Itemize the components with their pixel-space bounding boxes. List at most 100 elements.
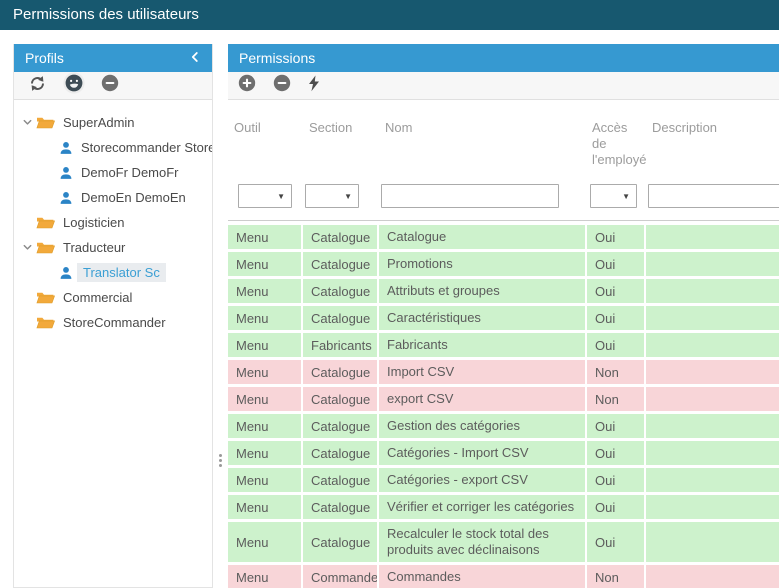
cell-section: Catalogue bbox=[303, 522, 377, 562]
collapse-panel-button[interactable] bbox=[189, 50, 201, 66]
cell-access: Oui bbox=[587, 306, 644, 330]
cell-tool: Menu bbox=[228, 360, 301, 384]
tree-user-row[interactable]: DemoEn DemoEn bbox=[14, 185, 212, 210]
cell-description bbox=[646, 279, 779, 303]
cell-description bbox=[646, 441, 779, 465]
section-filter-select[interactable]: ▼ bbox=[305, 184, 359, 208]
cell-description bbox=[646, 252, 779, 276]
tree-user-row[interactable]: DemoFr DemoFr bbox=[14, 160, 212, 185]
permission-row[interactable]: MenuCataloguePromotionsOui bbox=[228, 252, 779, 276]
cell-section: Catalogue bbox=[303, 468, 377, 492]
tree-user-label: DemoFr DemoFr bbox=[81, 163, 179, 182]
cell-tool: Menu bbox=[228, 495, 301, 519]
tree-folder-row[interactable]: Logisticien bbox=[14, 210, 212, 235]
chevron-down-icon[interactable] bbox=[18, 117, 36, 128]
cell-tool: Menu bbox=[228, 414, 301, 438]
tree-folder-row[interactable]: Traducteur bbox=[14, 235, 212, 260]
column-header-outil: Outil bbox=[228, 120, 301, 168]
cell-tool: Menu bbox=[228, 565, 301, 588]
permission-row[interactable]: MenuCatalogueVérifier et corriger les ca… bbox=[228, 495, 779, 519]
description-filter-input[interactable] bbox=[648, 184, 779, 208]
apply-permissions-button[interactable] bbox=[308, 75, 320, 97]
dropdown-arrow-icon: ▼ bbox=[344, 192, 352, 201]
permission-row[interactable]: MenuCatalogueCatalogueOui bbox=[228, 225, 779, 249]
permissions-panel: Permissions Outil Section Nom Accès de l… bbox=[228, 44, 779, 588]
profiles-tree: SuperAdmin Storecommander Store DemoFr Dem… bbox=[14, 100, 212, 335]
cell-description bbox=[646, 414, 779, 438]
remove-permission-button[interactable] bbox=[273, 74, 291, 97]
permission-row[interactable]: MenuCatalogueAttributs et groupesOui bbox=[228, 279, 779, 303]
tree-folder-label: SuperAdmin bbox=[63, 113, 135, 132]
tree-user-label: Storecommander Store bbox=[81, 138, 212, 157]
permission-row[interactable]: MenuFabricantsFabricantsOui bbox=[228, 333, 779, 357]
cell-name: Caractéristiques bbox=[379, 306, 585, 330]
cell-description bbox=[646, 387, 779, 411]
cell-access: Oui bbox=[587, 414, 644, 438]
tree-folder-row[interactable]: SuperAdmin bbox=[14, 110, 212, 135]
tree-folder-row[interactable]: Commercial bbox=[14, 285, 212, 310]
user-icon bbox=[59, 141, 73, 155]
cell-tool: Menu bbox=[228, 522, 301, 562]
cell-access: Oui bbox=[587, 279, 644, 303]
permission-row[interactable]: MenuCatalogueCatégories - Import CSVOui bbox=[228, 441, 779, 465]
cell-description bbox=[646, 565, 779, 588]
permission-row[interactable]: MenuCatalogueexport CSVNon bbox=[228, 387, 779, 411]
cell-access: Non bbox=[587, 565, 644, 588]
cell-description bbox=[646, 468, 779, 492]
table-filter-row: ▼ ▼ ▼ bbox=[228, 168, 779, 221]
folder-icon bbox=[36, 290, 55, 305]
permission-row[interactable]: MenuCatalogueGestion des catégoriesOui bbox=[228, 414, 779, 438]
tree-folder-label: Commercial bbox=[63, 288, 132, 307]
cell-tool: Menu bbox=[228, 306, 301, 330]
tree-user-row[interactable]: Storecommander Store bbox=[14, 135, 212, 160]
window-title-bar: Permissions des utilisateurs bbox=[0, 0, 779, 30]
nom-filter-input[interactable] bbox=[381, 184, 559, 208]
profils-panel: Profils bbox=[13, 44, 213, 588]
cell-tool: Menu bbox=[228, 387, 301, 411]
cell-access: Oui bbox=[587, 441, 644, 465]
cell-description bbox=[646, 495, 779, 519]
cell-access: Oui bbox=[587, 522, 644, 562]
add-permission-button[interactable] bbox=[238, 74, 256, 97]
permission-row[interactable]: MenuCatalogueImport CSVNon bbox=[228, 360, 779, 384]
column-header-nom: Nom bbox=[379, 120, 585, 168]
cell-section: Catalogue bbox=[303, 225, 377, 249]
table-header-row: Outil Section Nom Accès de l'employé Des… bbox=[228, 100, 779, 168]
remove-profile-button[interactable] bbox=[101, 74, 119, 97]
column-header-section: Section bbox=[303, 120, 377, 168]
permission-row[interactable]: MenuCatalogueCatégories - export CSVOui bbox=[228, 468, 779, 492]
folder-icon bbox=[36, 215, 55, 230]
tree-folder-label: Traducteur bbox=[63, 238, 125, 257]
cell-tool: Menu bbox=[228, 252, 301, 276]
tree-user-row[interactable]: Translator Sc bbox=[14, 260, 212, 285]
profils-toolbar bbox=[14, 72, 212, 100]
profils-panel-header: Profils bbox=[14, 44, 212, 72]
drag-dots-icon bbox=[219, 454, 222, 457]
permissions-panel-header: Permissions bbox=[228, 44, 779, 72]
cell-description bbox=[646, 306, 779, 330]
prestashop-button[interactable] bbox=[63, 72, 85, 99]
permissions-toolbar bbox=[228, 72, 779, 100]
permission-row[interactable]: MenuCommandesCommandesNon bbox=[228, 565, 779, 588]
cell-access: Oui bbox=[587, 333, 644, 357]
dropdown-arrow-icon: ▼ bbox=[277, 192, 285, 201]
permission-row[interactable]: MenuCatalogueCaractéristiquesOui bbox=[228, 306, 779, 330]
panel-splitter-handle[interactable] bbox=[214, 446, 226, 474]
folder-icon bbox=[36, 240, 55, 255]
acces-filter-select[interactable]: ▼ bbox=[590, 184, 637, 208]
user-icon bbox=[59, 166, 73, 180]
permission-row[interactable]: MenuCatalogueRecalculer le stock total d… bbox=[228, 522, 779, 562]
outil-filter-select[interactable]: ▼ bbox=[238, 184, 292, 208]
minus-circle-icon bbox=[273, 74, 291, 97]
cell-section: Catalogue bbox=[303, 252, 377, 276]
column-header-description: Description bbox=[646, 120, 779, 168]
refresh-button[interactable] bbox=[28, 74, 47, 98]
tree-folder-row[interactable]: StoreCommander bbox=[14, 310, 212, 335]
profils-panel-title: Profils bbox=[25, 50, 64, 66]
chevron-down-icon[interactable] bbox=[18, 242, 36, 253]
folder-icon bbox=[36, 115, 55, 130]
prestashop-icon bbox=[63, 72, 85, 99]
cell-access: Oui bbox=[587, 468, 644, 492]
cell-section: Fabricants bbox=[303, 333, 377, 357]
permissions-table-body: MenuCatalogueCatalogueOuiMenuCataloguePr… bbox=[228, 221, 779, 588]
